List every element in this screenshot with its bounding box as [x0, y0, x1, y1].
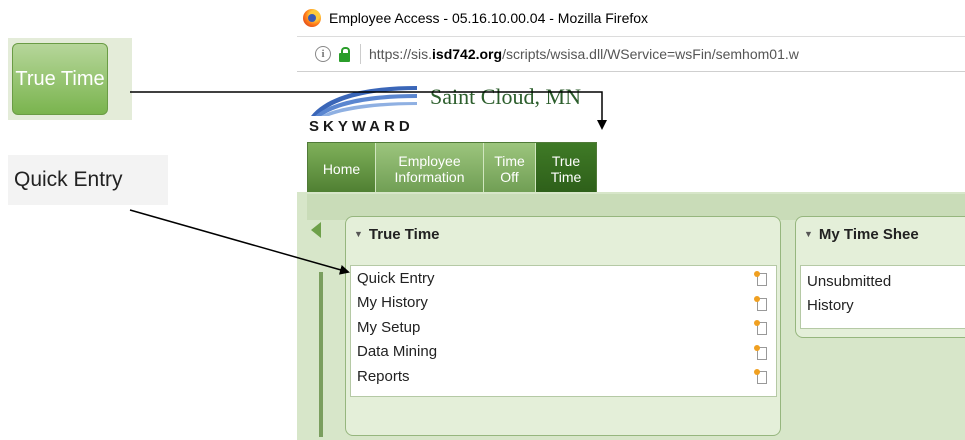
url-suffix: /scripts/wsisa.dll/WService=wsFin/semhom…	[502, 46, 799, 62]
callout-true-time-button: True Time	[12, 43, 108, 115]
list-item-label: My Setup	[357, 318, 421, 336]
callout-quick-entry-label: Quick Entry	[14, 168, 123, 191]
side-bar	[319, 272, 323, 437]
true-time-panel-title: True Time	[368, 225, 440, 243]
list-item-my-history[interactable]: My History	[351, 291, 776, 316]
callout-quick-entry: Quick Entry	[8, 155, 168, 205]
true-time-panel-header[interactable]: ▼ True Time	[346, 217, 780, 251]
time-sheets-list: Unsubmitted History	[800, 265, 965, 329]
time-sheets-panel-title: My Time Shee	[818, 225, 919, 243]
tab-true-time-label: True Time	[550, 153, 582, 185]
lock-icon[interactable]	[339, 46, 350, 62]
tab-home-label: Home	[322, 161, 361, 177]
list-item-label: My History	[357, 294, 428, 312]
collapse-arrow-icon[interactable]	[311, 222, 321, 238]
callout-true-time: True Time	[8, 38, 132, 120]
bookmark-icon[interactable]	[754, 369, 767, 385]
title-bar: Employee Access - 05.16.10.00.04 - Mozil…	[297, 0, 965, 36]
skyward-logo-text: SKYWARD	[309, 118, 414, 135]
expand-triangle-icon[interactable]: ▼	[804, 229, 813, 239]
url-bar[interactable]: i https://sis.isd742.org/scripts/wsisa.d…	[297, 36, 965, 72]
true-time-list: Quick Entry My History My Setup Data Min…	[350, 265, 777, 397]
list-item-quick-entry[interactable]: Quick Entry	[351, 266, 776, 291]
list-item-label: Quick Entry	[357, 269, 435, 287]
url-prefix: https://sis.	[369, 46, 433, 62]
expand-triangle-icon[interactable]: ▼	[354, 229, 363, 239]
list-item-data-mining[interactable]: Data Mining	[351, 340, 776, 365]
skyward-swoosh-icon	[311, 86, 417, 116]
browser-window: Employee Access - 05.16.10.00.04 - Mozil…	[297, 0, 965, 440]
tab-true-time[interactable]: True Time	[536, 143, 596, 195]
time-sheets-panel-header[interactable]: ▼ My Time Shee	[796, 217, 965, 251]
url-text[interactable]: https://sis.isd742.org/scripts/wsisa.dll…	[369, 46, 799, 62]
bookmark-icon[interactable]	[754, 295, 767, 311]
content-area: ▼ True Time Quick Entry My History My Se…	[297, 192, 965, 440]
list-item-reports[interactable]: Reports	[351, 364, 776, 389]
tab-employee-information[interactable]: Employee Information	[376, 143, 484, 195]
list-item-history[interactable]: History	[801, 294, 965, 319]
list-item-label: Data Mining	[357, 343, 438, 361]
main-nav: Home Employee Information Time Off True …	[307, 142, 597, 196]
window-title: Employee Access - 05.16.10.00.04 - Mozil…	[329, 10, 649, 26]
info-icon[interactable]: i	[315, 46, 331, 62]
url-domain: isd742.org	[432, 46, 503, 62]
list-item-label: History	[807, 297, 854, 315]
bookmark-icon[interactable]	[754, 344, 767, 360]
list-item-label: Reports	[357, 367, 410, 385]
firefox-icon	[303, 9, 321, 27]
list-item-unsubmitted[interactable]: Unsubmitted	[801, 266, 965, 294]
bookmark-icon[interactable]	[754, 271, 767, 287]
true-time-panel: ▼ True Time Quick Entry My History My Se…	[345, 216, 781, 436]
tab-employee-information-label: Employee Information	[394, 153, 465, 185]
list-item-label: Unsubmitted	[807, 272, 892, 290]
skyward-logo[interactable]: SKYWARD	[309, 80, 429, 140]
bookmark-icon[interactable]	[754, 320, 767, 336]
district-name: Saint Cloud, MN	[430, 84, 581, 109]
url-separator	[360, 44, 361, 64]
time-sheets-panel: ▼ My Time Shee Unsubmitted History	[795, 216, 965, 338]
list-item-my-setup[interactable]: My Setup	[351, 315, 776, 340]
page-content: SKYWARD Saint Cloud, MN Home Employee In…	[297, 72, 965, 440]
tab-time-off[interactable]: Time Off	[484, 143, 536, 195]
tab-time-off-label: Time Off	[494, 153, 525, 185]
tab-home[interactable]: Home	[308, 143, 376, 195]
